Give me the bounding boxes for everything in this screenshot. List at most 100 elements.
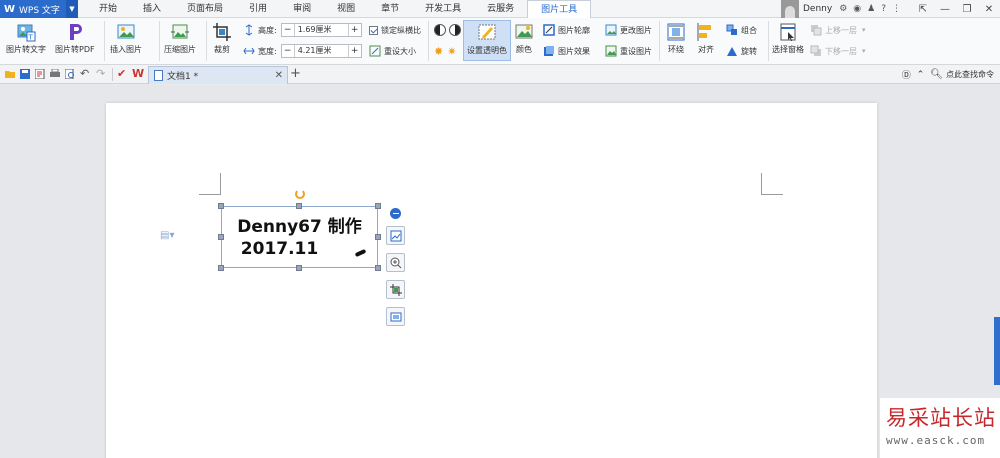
- width-input[interactable]: 4.21厘米: [293, 45, 349, 57]
- document-tab[interactable]: 文档1 * ✕: [148, 66, 288, 84]
- height-decrease-button[interactable]: −: [282, 25, 294, 35]
- tab-review[interactable]: 审阅: [280, 0, 324, 18]
- pic-to-pdf-label: 图片转PDF: [55, 45, 95, 54]
- zoom-preview-button[interactable]: [386, 253, 405, 272]
- tab-developer[interactable]: 开发工具: [412, 0, 474, 18]
- new-tab-button[interactable]: +: [290, 66, 301, 81]
- compress-pic-button[interactable]: 压缩图片: [164, 22, 196, 55]
- panel-toggle-icon[interactable]: Ⓓ: [902, 68, 911, 81]
- select-pane-button[interactable]: 选择窗格: [772, 22, 804, 55]
- tab-references[interactable]: 引用: [236, 0, 280, 18]
- tab-chapter[interactable]: 章节: [368, 0, 412, 18]
- brightness-decrease-icon[interactable]: ✷: [447, 45, 456, 58]
- contrast-buttons[interactable]: [434, 24, 464, 36]
- save-icon[interactable]: [20, 69, 30, 79]
- collapse-toolbar-icon[interactable]: [390, 208, 401, 219]
- resize-handle[interactable]: [375, 234, 381, 240]
- skin-icon[interactable]: ◉: [853, 4, 861, 14]
- border-tool-button[interactable]: [386, 307, 405, 326]
- bring-forward-button[interactable]: 上移一层: [810, 24, 857, 36]
- tab-page-layout[interactable]: 页面布局: [174, 0, 236, 18]
- chevron-down-icon[interactable]: ▼: [66, 0, 78, 18]
- margin-corner-top-right: [761, 173, 783, 195]
- height-stepper[interactable]: − 1.69厘米 +: [280, 23, 362, 37]
- help-icon[interactable]: ?: [881, 4, 886, 14]
- brightness-increase-icon[interactable]: ✸: [434, 45, 443, 58]
- dropdown-arrow-icon[interactable]: ▾: [862, 47, 866, 55]
- rotate-handle-icon[interactable]: [295, 189, 305, 199]
- save-as-icon[interactable]: [35, 69, 45, 79]
- insert-pic-label: 插入图片: [110, 45, 142, 54]
- rotate-button[interactable]: 旋转: [726, 45, 757, 57]
- width-decrease-button[interactable]: −: [282, 46, 294, 56]
- color-button[interactable]: 颜色: [514, 22, 534, 55]
- width-increase-button[interactable]: +: [349, 46, 361, 56]
- reset-size-button[interactable]: 重设大小: [369, 45, 416, 57]
- tab-cloud[interactable]: 云服务: [474, 0, 527, 18]
- set-transparent-button[interactable]: 设置透明色: [463, 20, 511, 61]
- pic-to-pdf-button[interactable]: 图片转PDF: [55, 22, 95, 55]
- crop-button[interactable]: 裁剪: [212, 22, 232, 55]
- reset-size-icon: [369, 45, 381, 57]
- paragraph-marker-icon[interactable]: ▤▾: [160, 230, 174, 241]
- crop-tool-button[interactable]: [386, 280, 405, 299]
- dropdown-arrow-icon[interactable]: ▾: [862, 26, 866, 34]
- pin-icon[interactable]: ✔: [117, 67, 126, 80]
- height-row: 高度: − 1.69厘米 +: [243, 23, 362, 37]
- user-name[interactable]: Denny: [803, 4, 832, 14]
- contrast-decrease-icon[interactable]: [449, 24, 461, 36]
- resize-handle[interactable]: [218, 234, 224, 240]
- resize-handle[interactable]: [375, 203, 381, 209]
- pic-to-text-button[interactable]: T 图片转文字: [6, 22, 46, 55]
- contrast-increase-icon[interactable]: [434, 24, 446, 36]
- maximize-icon[interactable]: ❐: [956, 4, 978, 15]
- wps-tab-icon[interactable]: W: [132, 67, 144, 80]
- align-button[interactable]: 对齐: [696, 22, 716, 55]
- avatar[interactable]: [781, 0, 799, 18]
- send-backward-button[interactable]: 下移一层: [810, 45, 857, 57]
- height-increase-button[interactable]: +: [349, 25, 361, 35]
- width-stepper[interactable]: − 4.21厘米 +: [280, 44, 362, 58]
- resize-handle[interactable]: [296, 203, 302, 209]
- reset-pic-button[interactable]: 重设图片: [605, 45, 652, 57]
- collapse-ribbon-icon[interactable]: ⌃: [917, 70, 925, 80]
- image-text-line2: 2017.11: [240, 239, 319, 259]
- shirt-icon[interactable]: ♟: [867, 4, 875, 14]
- group-button[interactable]: 组合: [726, 24, 757, 36]
- tab-picture-tools[interactable]: 图片工具: [527, 0, 592, 19]
- more-icon[interactable]: ⋮: [892, 4, 901, 14]
- find-command[interactable]: Ⓓ ⌃ 🔍︎ 点此查找命令: [902, 68, 994, 81]
- resize-handle[interactable]: [296, 265, 302, 271]
- tab-view[interactable]: 视图: [324, 0, 368, 18]
- selected-image[interactable]: Denny67 制作 2017.11: [221, 206, 378, 268]
- print-icon[interactable]: [50, 69, 60, 79]
- scrollbar-thumb[interactable]: [994, 317, 1000, 385]
- settings-icon[interactable]: ⚙: [839, 4, 847, 14]
- wrap-button[interactable]: 环绕: [666, 22, 686, 55]
- open-folder-icon[interactable]: [5, 69, 15, 79]
- tab-insert[interactable]: 插入: [130, 0, 174, 18]
- undo-icon[interactable]: ↶: [80, 67, 89, 80]
- resize-handle[interactable]: [218, 265, 224, 271]
- print-preview-icon[interactable]: [65, 69, 75, 79]
- brightness-buttons[interactable]: ✸ ✷: [434, 45, 456, 58]
- change-pic-button[interactable]: 更改图片: [605, 24, 652, 36]
- insert-pic-button[interactable]: 插入图片: [110, 22, 142, 55]
- resize-handle[interactable]: [218, 203, 224, 209]
- app-menu-button[interactable]: W WPS 文字 ▼: [0, 0, 78, 18]
- lock-ratio-checkbox[interactable]: 锁定纵横比: [369, 25, 421, 36]
- minimize-icon[interactable]: —: [934, 4, 956, 15]
- pic-effect-button[interactable]: 图片效果: [543, 45, 590, 57]
- layout-options-button[interactable]: [386, 226, 405, 245]
- wrap-label: 环绕: [668, 45, 684, 54]
- tab-start[interactable]: 开始: [86, 0, 130, 18]
- redo-icon[interactable]: ↷: [96, 67, 105, 80]
- height-input[interactable]: 1.69厘米: [293, 24, 349, 36]
- checkbox-checked-icon[interactable]: [369, 26, 378, 35]
- restore-panel-icon[interactable]: ⇱: [912, 4, 934, 15]
- close-tab-icon[interactable]: ✕: [275, 70, 283, 81]
- document-page[interactable]: [106, 103, 877, 458]
- pic-outline-button[interactable]: 图片轮廓: [543, 24, 590, 36]
- close-icon[interactable]: ✕: [978, 4, 1000, 15]
- resize-handle[interactable]: [375, 265, 381, 271]
